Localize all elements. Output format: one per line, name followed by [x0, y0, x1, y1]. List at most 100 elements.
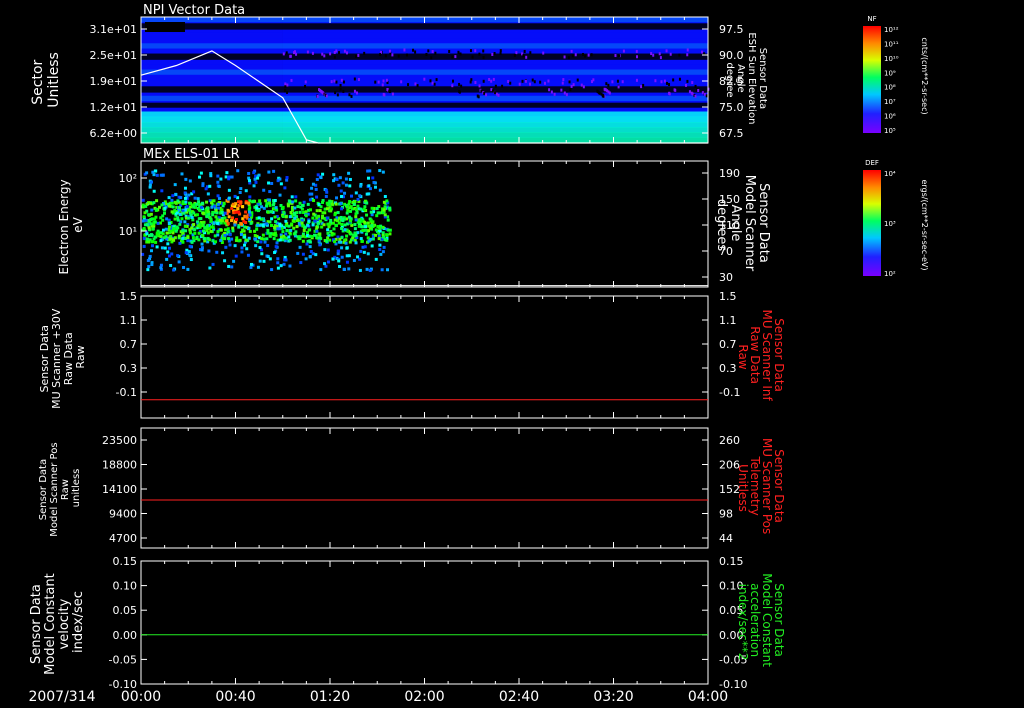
- spectrogram-cell: [366, 236, 370, 240]
- heat-speckle: [407, 83, 410, 87]
- heat-speckle: [377, 80, 380, 84]
- y-tick-label: -0.1: [116, 386, 137, 399]
- spectrogram-cell: [273, 250, 277, 254]
- spectrogram-cell: [245, 247, 249, 251]
- spectrogram-cell: [314, 187, 318, 191]
- heat-speckle: [507, 79, 510, 83]
- spectrogram-cell: [163, 246, 167, 250]
- heat-row: [141, 32, 708, 39]
- spectrogram-cell: [227, 237, 231, 241]
- spectrogram-cell: [223, 259, 227, 263]
- colorbar-def-unit: ergs/(cm**2-sr-sec-eV): [920, 179, 929, 270]
- y-tick-label: 10¹: [119, 225, 137, 238]
- heat-speckle: [694, 84, 697, 88]
- spectrogram-cell: [296, 218, 300, 222]
- panel-3-left-ticks: 1.5 1.1 0.7 0.3 -0.1: [116, 290, 147, 399]
- y2-tick-label: 0.15: [719, 555, 744, 568]
- heat-speckle: [458, 90, 461, 94]
- heat-speckle: [574, 53, 577, 57]
- heat-speckle: [342, 80, 345, 84]
- spectrogram-cell: [197, 238, 201, 242]
- heat-speckle: [388, 49, 391, 53]
- heat-speckle: [306, 50, 309, 54]
- spectrogram-cell: [252, 184, 256, 188]
- heat-speckle: [435, 78, 438, 82]
- spectrogram-cell: [145, 223, 149, 227]
- spectrogram-cell: [217, 184, 221, 188]
- spectrogram-cell: [243, 243, 247, 247]
- heat-speckle: [285, 51, 288, 55]
- spectrogram-cell: [294, 199, 298, 203]
- spectrogram-cell: [168, 204, 172, 208]
- spectrogram-cell: [165, 231, 169, 235]
- spectrogram-cell: [272, 169, 276, 173]
- spectrogram-cell: [357, 224, 361, 228]
- y-tick-label: 4700: [109, 532, 137, 545]
- spectrogram-cell: [308, 245, 312, 249]
- spectrogram-cell: [155, 233, 159, 237]
- spectrogram-cell: [190, 215, 194, 219]
- spectrogram-cell: [274, 206, 278, 210]
- spectrogram-cell: [308, 255, 312, 259]
- heat-speckle: [290, 78, 293, 82]
- spectrogram-cell: [347, 254, 351, 258]
- spectrogram-cell: [199, 217, 203, 221]
- panel-4-frame: [140, 427, 709, 549]
- spectrogram-cell: [338, 237, 342, 241]
- spectrogram-cell: [142, 215, 146, 219]
- spectrogram-cell: [234, 210, 238, 214]
- heat-speckle: [543, 81, 546, 85]
- spectrogram-cell: [279, 264, 283, 268]
- spectrogram-cell: [175, 211, 179, 215]
- heat-speckle: [635, 78, 638, 82]
- heat-speckle: [355, 54, 358, 58]
- spectrogram-cell: [270, 223, 274, 227]
- spectrogram-cell: [260, 237, 264, 241]
- spectrogram-cell: [227, 188, 231, 192]
- spectrogram-cell: [348, 240, 352, 244]
- heat-speckle: [563, 91, 566, 95]
- spectrogram-cell: [301, 234, 305, 238]
- heat-gap-band: [141, 102, 708, 108]
- spectrogram-cell: [265, 237, 269, 241]
- spectrogram-cell: [298, 201, 302, 205]
- heat-speckle: [345, 51, 348, 55]
- spectrogram-cell: [244, 215, 248, 219]
- heat-speckle: [547, 79, 550, 83]
- spectrogram-cell: [237, 239, 241, 243]
- spectrogram-cell: [181, 200, 185, 204]
- spectrogram-cell: [278, 193, 282, 197]
- panel-scanner-pos: 23500188001410094004700 2602061529844 Se…: [38, 427, 786, 549]
- heat-speckle: [678, 53, 681, 57]
- spectrogram-cell: [348, 200, 352, 204]
- heat-row: [141, 111, 708, 118]
- spectrogram-cell: [188, 228, 192, 232]
- spectrogram-cell: [153, 220, 157, 224]
- spectrogram-cell: [202, 229, 206, 233]
- spectrogram-cell: [209, 225, 213, 229]
- spectrogram-cell: [219, 238, 223, 242]
- y-tick-label: 3.1e+01: [90, 23, 137, 36]
- spectrogram-cell: [246, 253, 250, 257]
- heat-speckle: [384, 54, 387, 58]
- spectrogram-cell: [262, 188, 266, 192]
- heat-speckle: [523, 49, 526, 53]
- panel-5-left-label: Sensor Data Model Constant velocity inde…: [29, 569, 86, 675]
- spectrogram-cell: [202, 220, 206, 224]
- spectrogram-cell: [226, 230, 230, 234]
- heat-speckle: [494, 91, 497, 95]
- spectrogram-cell: [330, 233, 334, 237]
- heat-speckle: [471, 55, 474, 59]
- spectrogram-cell: [211, 199, 215, 203]
- y2-tick-label: 90.0: [719, 49, 744, 62]
- spectrogram-cell: [234, 238, 238, 242]
- heat-speckle: [686, 79, 689, 83]
- spectrogram-cell: [317, 236, 321, 240]
- spectrogram-cell: [304, 210, 308, 214]
- x-tick-label: 04:00: [688, 689, 728, 705]
- spectrogram-cell: [160, 203, 164, 207]
- spectrogram-cell: [371, 237, 375, 241]
- heat-speckle: [383, 93, 386, 97]
- spectrogram-cell: [268, 234, 272, 238]
- heat-speckle: [529, 82, 532, 86]
